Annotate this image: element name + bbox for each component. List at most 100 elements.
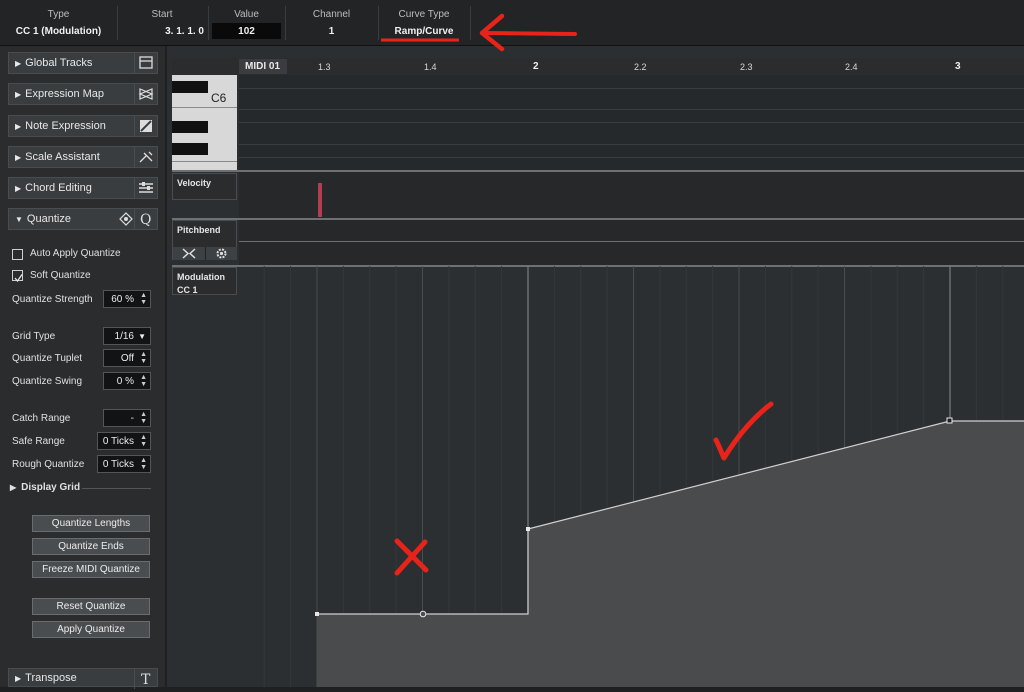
key-divider bbox=[172, 107, 237, 108]
dropdown-arrow-icon: ▼ bbox=[138, 332, 146, 341]
modulation-lane-header[interactable]: Modulation CC 1 bbox=[172, 267, 237, 295]
black-key[interactable] bbox=[172, 121, 208, 133]
rough-quantize-value: 0 Ticks bbox=[102, 459, 134, 470]
rough-quantize-field[interactable]: 0 Ticks ▲ ▼ bbox=[97, 455, 151, 473]
section-transpose[interactable]: ▶ Transpose T bbox=[8, 668, 158, 689]
chord-editing-icon[interactable] bbox=[134, 178, 157, 198]
divider bbox=[82, 488, 151, 489]
black-key[interactable] bbox=[172, 81, 208, 93]
ruler-corner bbox=[172, 58, 238, 75]
key-divider bbox=[172, 161, 237, 162]
quantize-ends-button[interactable]: Quantize Ends bbox=[32, 538, 150, 555]
velocity-lane-header[interactable]: Velocity bbox=[172, 173, 237, 200]
expand-triangle-icon: ▶ bbox=[15, 184, 22, 193]
section-chord-editing[interactable]: ▶ Chord Editing bbox=[8, 177, 158, 199]
info-line: Type CC 1 (Modulation) Start 3. 1. 1. 0 … bbox=[0, 0, 1024, 46]
info-start[interactable]: Start 3. 1. 1. 0 bbox=[118, 0, 206, 45]
grid-type-value: 1/16 bbox=[114, 331, 134, 342]
pitchbend-lane-title: Pitchbend bbox=[177, 225, 221, 235]
reset-quantize-button[interactable]: Reset Quantize bbox=[32, 598, 150, 615]
grid-type-label: Grid Type bbox=[12, 331, 56, 342]
quantize-tuplet-label: Quantize Tuplet bbox=[12, 353, 83, 364]
stepper-arrows-icon[interactable]: ▲ ▼ bbox=[140, 457, 147, 471]
display-grid-label: Display Grid bbox=[21, 482, 81, 493]
auto-apply-quantize-label: Auto Apply Quantize bbox=[30, 248, 121, 259]
global-tracks-icon[interactable] bbox=[134, 53, 157, 73]
ruler-tick-label: 1.3 bbox=[318, 62, 331, 72]
piano-keyboard[interactable] bbox=[172, 75, 237, 171]
velocity-lane[interactable] bbox=[239, 172, 1024, 218]
safe-range-value: 0 Ticks bbox=[102, 436, 134, 447]
quantize-settings-icon[interactable] bbox=[119, 212, 133, 231]
stepper-arrows-icon[interactable]: ▲ ▼ bbox=[140, 434, 147, 448]
info-channel[interactable]: Channel 1 bbox=[286, 0, 377, 45]
section-global-tracks[interactable]: ▶ Global Tracks bbox=[8, 52, 158, 74]
section-expression-map[interactable]: ▶ Expression Map bbox=[8, 83, 158, 105]
gear-icon[interactable] bbox=[215, 247, 228, 265]
auto-apply-quantize-checkbox[interactable] bbox=[12, 249, 23, 260]
note-expression-icon[interactable] bbox=[134, 116, 157, 136]
info-curve-type[interactable]: Curve Type Ramp/Curve bbox=[379, 0, 469, 45]
expand-triangle-icon: ▶ bbox=[15, 153, 22, 162]
scale-assistant-icon[interactable] bbox=[134, 147, 157, 167]
section-quantize[interactable]: ▼ Quantize Q bbox=[8, 208, 158, 230]
section-label: Global Tracks bbox=[25, 57, 93, 69]
info-type[interactable]: Type CC 1 (Modulation) bbox=[0, 0, 117, 45]
expand-triangle-icon: ▶ bbox=[10, 483, 17, 492]
pitchbend-tools bbox=[173, 247, 237, 260]
stepper-arrows-icon[interactable]: ▲ ▼ bbox=[140, 292, 147, 306]
collapse-triangle-icon: ▼ bbox=[15, 215, 23, 224]
ruler[interactable] bbox=[238, 58, 1024, 75]
info-start-value: 3. 1. 1. 0 bbox=[165, 26, 204, 37]
pitchbend-split-icon[interactable] bbox=[181, 247, 197, 265]
quantize-tuplet-field[interactable]: Off ▲ ▼ bbox=[103, 349, 151, 367]
ruler-tick-label: 2.2 bbox=[634, 62, 647, 72]
soft-quantize-checkbox[interactable] bbox=[12, 270, 23, 283]
pitch-lane-line bbox=[239, 157, 1024, 158]
modulation-lane-title: Modulation CC 1 bbox=[177, 272, 225, 295]
expression-map-icon[interactable] bbox=[134, 84, 157, 104]
ruler-bar-label: 2 bbox=[533, 61, 539, 72]
curve-handle[interactable] bbox=[419, 610, 427, 618]
black-key[interactable] bbox=[172, 143, 208, 155]
divider bbox=[205, 247, 206, 260]
section-label: Expression Map bbox=[25, 88, 105, 100]
rough-quantize-label: Rough Quantize bbox=[12, 459, 85, 470]
stepper-arrows-icon[interactable]: ▲ ▼ bbox=[140, 351, 147, 365]
info-type-value: CC 1 (Modulation) bbox=[15, 26, 102, 37]
curve-point[interactable] bbox=[315, 612, 319, 616]
stepper-arrows-icon[interactable]: ▲ ▼ bbox=[140, 411, 147, 425]
quantize-tuplet-value: Off bbox=[120, 353, 134, 364]
display-grid-toggle[interactable]: ▶ Display Grid bbox=[10, 482, 80, 493]
quantize-strength-label: Quantize Strength bbox=[12, 294, 93, 305]
note-display[interactable] bbox=[239, 75, 1024, 171]
info-value-label: Value bbox=[234, 9, 259, 20]
ruler-tick-label: 2.4 bbox=[845, 62, 858, 72]
catch-range-field[interactable]: - ▲ ▼ bbox=[103, 409, 151, 427]
transpose-icon[interactable]: T bbox=[134, 669, 157, 689]
quantize-swing-field[interactable]: 0 % ▲ ▼ bbox=[103, 372, 151, 390]
velocity-bar[interactable] bbox=[318, 183, 322, 217]
pitchbend-lane[interactable] bbox=[239, 220, 1024, 265]
quantize-strength-field[interactable]: 60 % ▲ ▼ bbox=[103, 290, 151, 308]
track-name-label: MIDI 01 bbox=[239, 59, 287, 74]
safe-range-field[interactable]: 0 Ticks ▲ ▼ bbox=[97, 432, 151, 450]
quantize-lengths-button[interactable]: Quantize Lengths bbox=[32, 515, 150, 532]
stepper-arrows-icon[interactable]: ▲ ▼ bbox=[140, 374, 147, 388]
section-scale-assistant[interactable]: ▶ Scale Assistant bbox=[8, 146, 158, 168]
apply-quantize-button[interactable]: Apply Quantize bbox=[32, 621, 150, 638]
section-note-expression[interactable]: ▶ Note Expression bbox=[8, 115, 158, 137]
freeze-midi-quantize-button[interactable]: Freeze MIDI Quantize bbox=[32, 561, 150, 578]
grid-type-select[interactable]: 1/16 ▼ bbox=[103, 327, 151, 345]
curve-point[interactable] bbox=[526, 527, 530, 531]
info-value[interactable]: Value 102 bbox=[209, 0, 284, 45]
pitch-lane-line bbox=[239, 109, 1024, 110]
soft-quantize-label: Soft Quantize bbox=[30, 270, 91, 281]
modulation-lane[interactable] bbox=[239, 266, 1024, 687]
ruler-bar-label: 3 bbox=[955, 61, 961, 72]
curve-point-selected[interactable] bbox=[946, 417, 953, 424]
ruler-tick-label: 2.3 bbox=[740, 62, 753, 72]
info-start-label: Start bbox=[151, 9, 173, 20]
quantize-icon[interactable]: Q bbox=[134, 209, 157, 229]
catch-range-label: Catch Range bbox=[12, 413, 71, 424]
